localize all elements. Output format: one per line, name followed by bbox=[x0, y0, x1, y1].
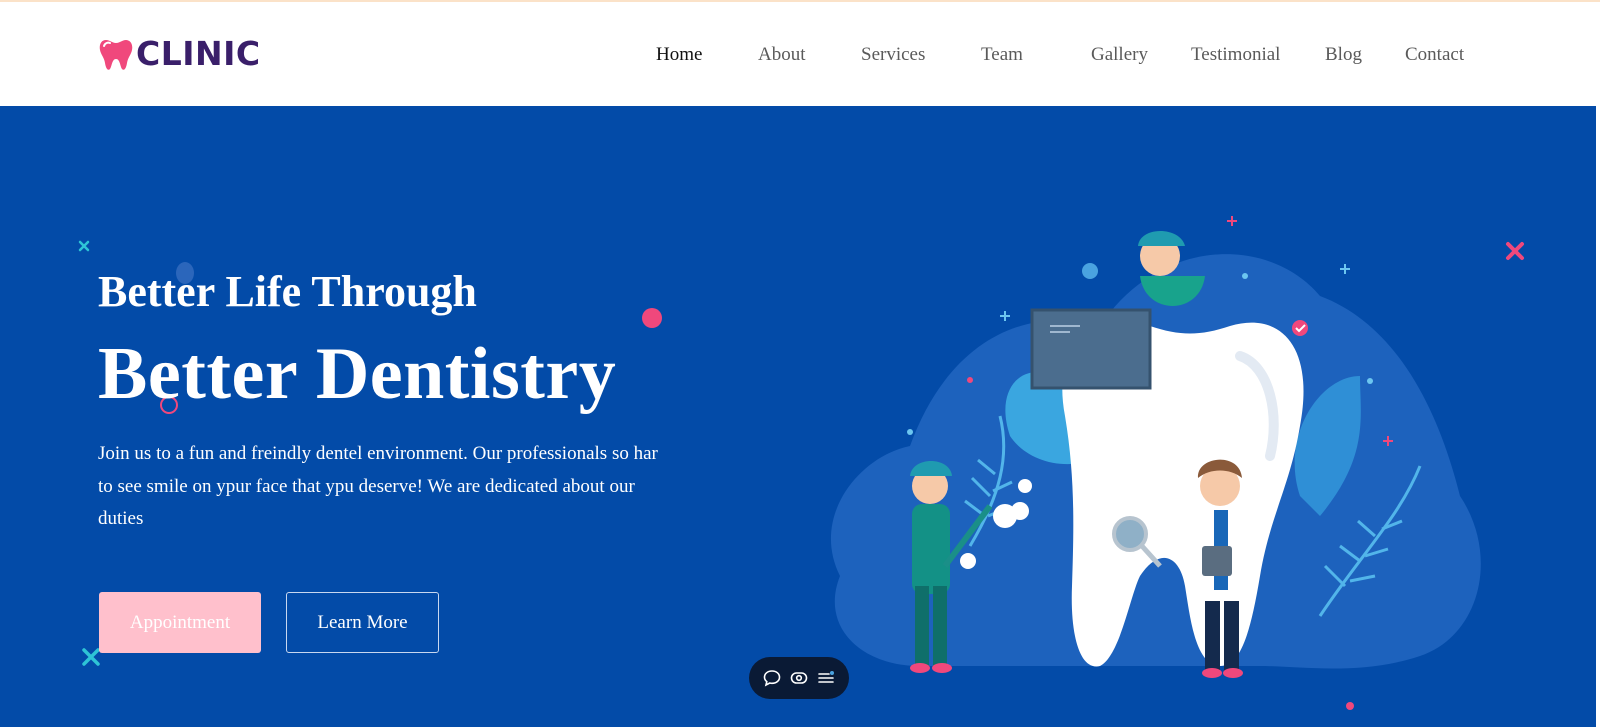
hero-title: Better Dentistry bbox=[98, 333, 617, 415]
hero-description: Join us to a fun and freindly dentel env… bbox=[98, 443, 658, 529]
navbar: CLINIC Home About Services Team Gallery … bbox=[0, 2, 1600, 106]
nav-blog[interactable]: Blog bbox=[1325, 44, 1362, 66]
tooth-icon bbox=[99, 40, 133, 70]
learn-more-button[interactable]: Learn More bbox=[286, 592, 439, 653]
nav-home[interactable]: Home bbox=[656, 44, 702, 66]
hero-subtitle: Better Life Through bbox=[98, 267, 477, 316]
right-edge bbox=[1596, 106, 1600, 727]
hero-section: Better Life Through Better Dentistry Joi… bbox=[0, 106, 1596, 727]
nav-services[interactable]: Services bbox=[861, 44, 925, 66]
logo-text: CLINIC bbox=[136, 34, 261, 73]
dentists-tooth-illustration bbox=[830, 216, 1481, 710]
list-icon[interactable] bbox=[815, 667, 837, 689]
nav-about[interactable]: About bbox=[758, 44, 806, 66]
nav-testimonial[interactable]: Testimonial bbox=[1191, 44, 1280, 66]
cross-decoration bbox=[1506, 242, 1524, 260]
dot-decoration bbox=[642, 308, 662, 328]
floating-toolbar bbox=[749, 657, 849, 699]
cross-decoration bbox=[78, 240, 90, 252]
nav-gallery[interactable]: Gallery bbox=[1091, 44, 1148, 66]
appointment-button[interactable]: Appointment bbox=[99, 592, 261, 653]
chat-icon[interactable] bbox=[761, 667, 783, 689]
nav-team[interactable]: Team bbox=[981, 44, 1023, 66]
nav-contact[interactable]: Contact bbox=[1405, 44, 1464, 66]
eye-icon[interactable] bbox=[788, 667, 810, 689]
logo[interactable]: CLINIC bbox=[98, 36, 261, 72]
